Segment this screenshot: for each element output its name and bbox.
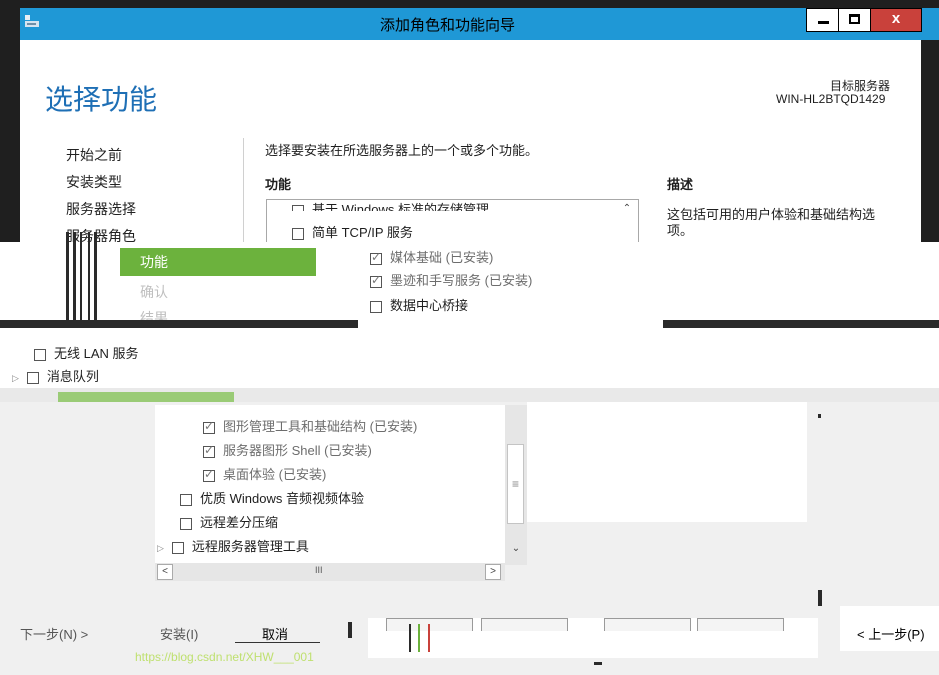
feature-label: 消息队列 (46, 369, 99, 384)
checkbox[interactable] (34, 348, 46, 361)
maximize-button[interactable] (838, 8, 871, 32)
checkbox[interactable] (203, 467, 215, 482)
checkbox[interactable] (180, 493, 192, 506)
cancel-focus-underline (235, 642, 320, 643)
feature-label: 图形管理工具和基础结构 (已安装) (223, 419, 418, 434)
checkbox[interactable] (171, 541, 184, 554)
minimize-button[interactable] (806, 8, 839, 32)
render-artifact (604, 618, 691, 631)
checkbox[interactable] (292, 227, 304, 240)
checkbox[interactable] (370, 273, 382, 288)
render-artifact (697, 618, 784, 631)
title-bar: 添加角色和功能向导 x (0, 0, 939, 40)
feature-media-foundation[interactable]: 媒体基础 (已安装) (370, 247, 493, 266)
feature-label: 远程差分压缩 (200, 515, 279, 530)
nav-divider (243, 138, 244, 242)
render-artifact (58, 392, 234, 402)
watermark-url: https://blog.csdn.net/XHW___001 (135, 650, 314, 664)
render-artifact (0, 320, 358, 328)
feature-simple-tcpip[interactable]: 简单 TCP/IP 服务 (292, 222, 413, 241)
render-artifact (818, 590, 822, 606)
features-heading: 功能 (265, 177, 292, 192)
window-right-border (921, 40, 939, 242)
description-heading: 描述 (667, 177, 694, 192)
nav-progress-lines (66, 232, 97, 322)
feature-graphical-management-tools[interactable]: 图形管理工具和基础结构 (已安装) (203, 416, 417, 435)
nav-item-installation-type[interactable]: 安装类型 (66, 172, 122, 192)
instruction-text: 选择要安装在所选服务器上的一个或多个功能。 (265, 143, 539, 158)
maximize-icon (849, 14, 860, 24)
description-text-line2: 项。 (667, 223, 694, 238)
minimize-icon (818, 21, 829, 24)
nav-item-features[interactable]: 功能 (120, 248, 316, 276)
checkbox[interactable] (203, 443, 215, 458)
feature-label: 媒体基础 (已安装) (390, 250, 494, 265)
horizontal-scrollbar[interactable]: < III > (155, 563, 505, 581)
checkbox[interactable] (203, 419, 215, 434)
render-artifact (594, 662, 602, 665)
feature-data-center-bridging[interactable]: 数据中心桥接 (370, 295, 468, 314)
nav-item-server-selection[interactable]: 服务器选择 (66, 199, 136, 219)
scroll-up-arrow-icon[interactable]: ⌃ (620, 203, 634, 217)
server-manager-icon (25, 15, 39, 27)
feature-label: 简单 TCP/IP 服务 (312, 225, 413, 240)
feature-label: 优质 Windows 音频视频体验 (200, 491, 364, 506)
feature-label: 基于 Windows 标准的存储管理 (312, 202, 489, 211)
feature-label: 数据中心桥接 (390, 298, 469, 313)
window-left-border (0, 40, 20, 242)
next-button[interactable]: 下一步(N) > (20, 624, 88, 643)
checkbox[interactable] (180, 517, 192, 530)
render-artifact (428, 624, 430, 652)
feature-label: 桌面体验 (已安装) (223, 467, 327, 482)
checkbox[interactable] (292, 204, 304, 211)
render-artifact (818, 414, 821, 418)
feature-label: 墨迹和手写服务 (已安装) (390, 273, 533, 288)
expand-arrow-icon[interactable]: ▷ (157, 543, 164, 553)
render-artifact (418, 624, 420, 652)
description-text-line1: 这包括可用的用户体验和基础结构选 (667, 207, 876, 222)
prev-button[interactable]: < 上一步(P) (857, 624, 925, 643)
feature-label: 远程服务器管理工具 (191, 539, 309, 554)
vertical-scroll-thumb[interactable]: ≡ (507, 444, 524, 524)
feature-server-graphical-shell[interactable]: 服务器图形 Shell (已安装) (203, 440, 372, 459)
feature-qwave[interactable]: 优质 Windows 音频视频体验 (180, 488, 364, 507)
feature-wireless-lan[interactable]: 无线 LAN 服务 (34, 343, 139, 362)
feature-rsat[interactable]: ▷ 远程服务器管理工具 (157, 536, 309, 555)
feature-ink-handwriting[interactable]: 墨迹和手写服务 (已安装) (370, 270, 532, 289)
description-panel-fragment (527, 402, 807, 522)
close-button[interactable]: x (870, 8, 922, 32)
feature-label: 无线 LAN 服务 (54, 346, 139, 361)
page-title: 选择功能 (45, 84, 158, 115)
target-server-name: WIN-HL2BTQD1429 (776, 92, 886, 106)
feature-remote-differential-compression[interactable]: 远程差分压缩 (180, 512, 278, 531)
feature-storage-management[interactable]: 基于 Windows 标准的存储管理 (292, 199, 489, 211)
scroll-down-arrow-icon[interactable]: ⌄ (508, 543, 524, 559)
feature-message-queuing[interactable]: ▷ 消息队列 (12, 366, 99, 385)
checkbox[interactable] (370, 300, 382, 313)
close-icon: x (891, 10, 901, 27)
expand-arrow-icon[interactable]: ▷ (12, 373, 19, 383)
nav-item-confirmation[interactable]: 确认 (140, 282, 168, 302)
nav-item-results[interactable]: 结果 (140, 308, 168, 320)
checkbox[interactable] (370, 250, 382, 265)
feature-desktop-experience[interactable]: 桌面体验 (已安装) (203, 464, 326, 483)
render-artifact (663, 320, 939, 328)
cancel-button[interactable]: 取消 (262, 624, 288, 643)
scroll-left-arrow-icon[interactable]: < (157, 564, 173, 580)
scroll-right-arrow-icon[interactable]: > (485, 564, 501, 580)
install-button[interactable]: 安装(I) (160, 624, 198, 643)
feature-label: 服务器图形 Shell (已安装) (223, 443, 372, 458)
nav-item-before-you-begin[interactable]: 开始之前 (66, 145, 122, 165)
render-artifact (481, 618, 568, 631)
window-title: 添加角色和功能向导 (380, 17, 516, 34)
horizontal-scroll-thumb[interactable]: III (315, 565, 323, 575)
render-artifact (348, 622, 352, 638)
checkbox[interactable] (26, 371, 39, 384)
render-artifact (409, 624, 411, 652)
